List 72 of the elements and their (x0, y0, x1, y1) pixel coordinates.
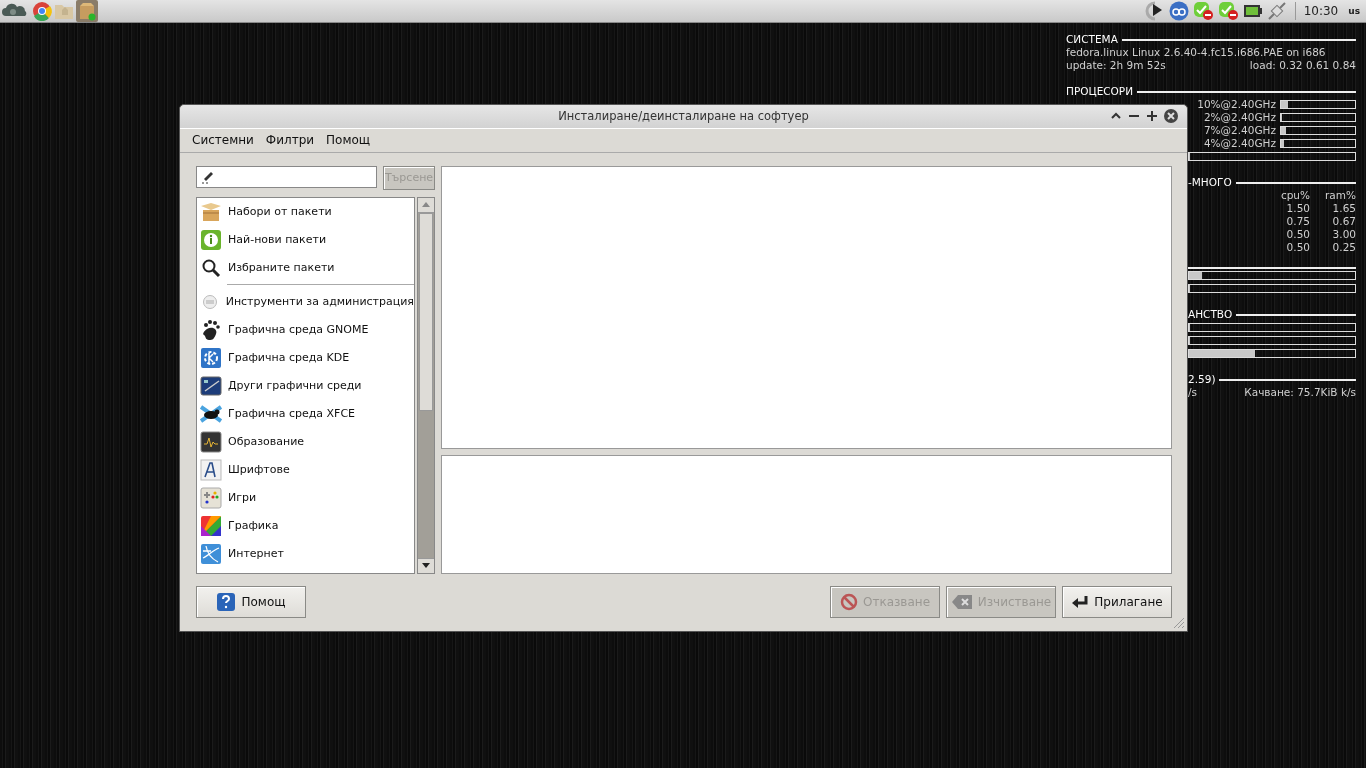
group-item[interactable]: Избраните пакети (197, 253, 414, 282)
update-status-icon[interactable] (1217, 1, 1239, 21)
pencil-icon (201, 169, 215, 184)
maximize-icon[interactable] (1145, 108, 1159, 124)
table-cell-text: 0.75 (1285, 215, 1310, 228)
group-item[interactable]: Графична среда GNOME (197, 315, 414, 344)
table-cell-text: 1.65 (1331, 202, 1356, 215)
table-cell-text: cpu% (1279, 189, 1310, 202)
group-item[interactable]: Интернет (197, 539, 414, 568)
group-item[interactable]: Инструменти за администрация (197, 287, 414, 316)
table-cell-text: 0.67 (1331, 215, 1356, 228)
cpu-reading: 2%@2.40GHz (1203, 111, 1276, 124)
table-cell-text: 3.00 (1331, 228, 1356, 241)
torrent-client-icon[interactable] (1168, 1, 1189, 21)
apply-button[interactable]: Прилагане (1062, 586, 1172, 619)
cpu-reading: 10%@2.40GHz (1197, 98, 1276, 111)
resize-grip-icon[interactable] (1171, 615, 1185, 629)
browser-icon[interactable] (32, 1, 52, 21)
font-icon (200, 458, 222, 481)
up-arrow-icon[interactable] (422, 202, 430, 208)
battery-icon[interactable] (1242, 4, 1263, 18)
section-heading: СИСТЕМА (1066, 33, 1118, 46)
section-heading: -МНОГО (1188, 176, 1232, 189)
color-wheel-icon (200, 514, 222, 537)
table-cell-text: 0.50 (1285, 228, 1310, 241)
keyboard-layout[interactable]: us (1348, 6, 1360, 16)
down-arrow-icon[interactable] (422, 563, 430, 569)
table-cell-text: 0.50 (1285, 241, 1310, 254)
open-box-icon (200, 201, 222, 222)
table-cell-text: 1.50 (1285, 202, 1310, 215)
info-text: /s (1188, 386, 1197, 399)
section-heading: АНСТВО (1188, 308, 1233, 321)
cpu-reading: 7%@2.40GHz (1203, 124, 1276, 137)
table-cell-text: ram% (1324, 189, 1356, 202)
group-item[interactable]: Графична среда KDE (197, 343, 414, 372)
menu-item[interactable]: Системни (192, 133, 254, 148)
clock[interactable]: 10:30 (1303, 4, 1339, 18)
screen-icon (200, 375, 222, 396)
group-item[interactable]: Шрифтове (197, 455, 414, 484)
menu-item[interactable]: Филтри (265, 133, 315, 148)
system-info-text: fedora.linux Linux 2.6.40-4.fc15.i686.PAE on i686 (1066, 46, 1327, 59)
help-icon (216, 592, 237, 613)
enter-icon (1071, 594, 1090, 611)
backspace-icon (950, 594, 973, 611)
info-text: update: 2h 9m 52s (1066, 59, 1166, 72)
mouse-icon (200, 403, 222, 424)
info-text: Качване: 75.7KiB k/s (1244, 386, 1356, 399)
group-item[interactable]: Други графични среди (197, 371, 414, 400)
info-icon (200, 228, 222, 251)
section-heading: ПРОЦЕСОРИ (1066, 85, 1134, 98)
group-item[interactable]: Образование (197, 427, 414, 456)
update-status-icon[interactable] (1192, 1, 1214, 21)
window-title: Инсталиране/деинсталиране на софтуер (558, 109, 809, 124)
search-icon (201, 257, 221, 278)
foot-icon (201, 318, 221, 341)
info-text: load: 0.32 0.61 0.84 (1249, 59, 1356, 72)
group-item[interactable]: Игри (197, 483, 414, 512)
no-entry-icon (839, 593, 858, 612)
menu-item[interactable]: Помощ (326, 133, 371, 148)
group-item[interactable]: Графика (197, 511, 414, 540)
table-cell-text: 0.25 (1331, 241, 1356, 254)
gamepad-icon (200, 486, 222, 509)
help-button[interactable]: Помощ (196, 586, 306, 619)
search-field[interactable] (196, 165, 377, 188)
monitor-icon (200, 430, 222, 453)
group-item[interactable]: Набори от пакети (197, 197, 414, 226)
group-item[interactable]: Най-нови пакети (197, 225, 414, 254)
section-heading: 2.59) (1188, 373, 1216, 386)
group-item[interactable]: Графична среда XFCE (197, 399, 414, 428)
cpu-reading: 4%@2.40GHz (1203, 137, 1276, 150)
scrollbar[interactable] (417, 196, 435, 574)
close-icon[interactable] (1163, 108, 1179, 124)
